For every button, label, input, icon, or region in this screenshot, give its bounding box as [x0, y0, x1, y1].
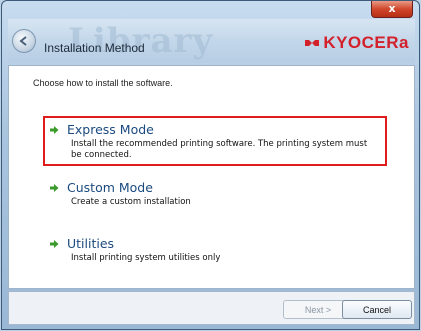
- option-description: Install printing system utilities only: [71, 253, 221, 263]
- installer-window: x Library Installation Method KYOCERa Ch…: [1, 0, 420, 330]
- footer-bar: Next > Cancel: [8, 291, 415, 325]
- option-description: Install the recommended printing softwar…: [71, 139, 368, 160]
- option-label[interactable]: Utilities: [67, 236, 114, 251]
- green-arrow-icon: [50, 183, 59, 192]
- option-custom-mode[interactable]: Custom Mode Create a custom installation: [49, 180, 371, 208]
- back-arrow-icon: [19, 36, 27, 46]
- option-express-mode[interactable]: Express Mode Install the recommended pri…: [49, 122, 371, 161]
- header-band: Library Installation Method KYOCERa: [8, 19, 415, 63]
- option-utilities[interactable]: Utilities Install printing system utilit…: [49, 236, 371, 264]
- main-panel: Choose how to install the software. Expr…: [8, 65, 415, 289]
- cancel-button[interactable]: Cancel: [342, 300, 412, 319]
- option-label[interactable]: Express Mode: [67, 122, 154, 137]
- option-label[interactable]: Custom Mode: [67, 180, 153, 195]
- back-button[interactable]: [12, 29, 36, 53]
- green-arrow-icon: [50, 239, 59, 248]
- green-arrow-icon: [50, 125, 59, 134]
- kyocera-logo-mark-icon: [305, 40, 320, 46]
- logo-text: KYOCERa: [323, 33, 409, 52]
- kyocera-logo: KYOCERa: [304, 33, 409, 53]
- page-title: Installation Method: [44, 41, 145, 55]
- option-description: Create a custom installation: [71, 197, 191, 207]
- instruction-text: Choose how to install the software.: [33, 78, 173, 88]
- close-window-button[interactable]: x: [371, 1, 413, 18]
